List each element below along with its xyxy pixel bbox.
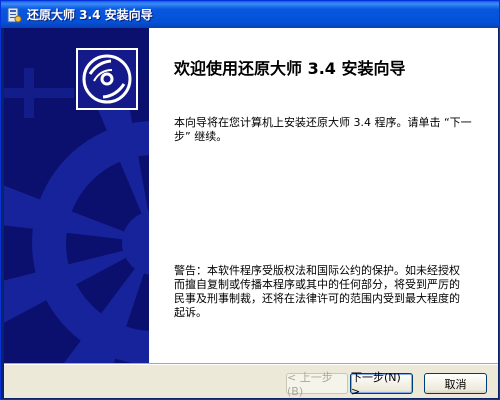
next-button[interactable]: 下一步(N) > bbox=[350, 371, 413, 398]
page-title: 欢迎使用还原大师 3.4 安装向导 bbox=[174, 59, 406, 78]
title-bar[interactable]: 还原大师 3.4 安装向导 bbox=[1, 1, 499, 28]
wizard-client: 欢迎使用还原大师 3.4 安装向导 本向导将在您计算机上安装还原大师 3.4 程… bbox=[4, 28, 498, 398]
installer-window: 还原大师 3.4 安装向导 欢迎使用还原大师 3.4 安装向导 本向导将在您计算… bbox=[0, 0, 500, 400]
disc-icon bbox=[82, 54, 132, 104]
side-banner bbox=[4, 28, 149, 363]
welcome-content: 欢迎使用还原大师 3.4 安装向导 本向导将在您计算机上安装还原大师 3.4 程… bbox=[149, 28, 498, 363]
footer-divider bbox=[4, 363, 498, 365]
intro-text: 本向导将在您计算机上安装还原大师 3.4 程序。请单击 “下一步” 继续。 bbox=[174, 116, 472, 143]
window-title: 还原大师 3.4 安装向导 bbox=[27, 8, 153, 22]
installer-icon bbox=[6, 7, 22, 23]
back-button[interactable]: < 上一步(B) bbox=[286, 371, 348, 398]
copyright-warning: 警告：本软件程序受版权法和国际公约的保护。如未经授权而擅自复制或传播本程序或其中… bbox=[174, 264, 460, 319]
cancel-button[interactable]: 取消 bbox=[424, 373, 487, 394]
disc-logo bbox=[76, 48, 138, 110]
